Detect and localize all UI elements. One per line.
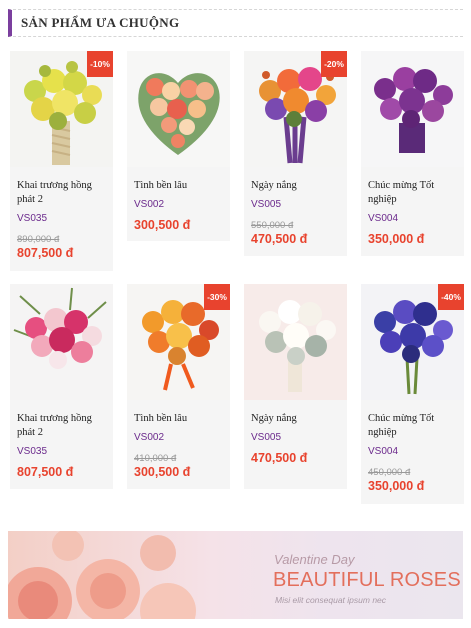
product-name[interactable]: Chúc mừng Tốt nghiệp — [368, 412, 460, 440]
product-name[interactable]: Ngày nắng — [251, 412, 343, 426]
product-image[interactable]: -10% — [10, 51, 113, 167]
product-name[interactable]: Chúc mừng Tốt nghiệp — [368, 179, 460, 207]
product-card[interactable]: -40% Chúc mừng Tốt nghiệp VS004 450,000 … — [361, 284, 464, 504]
product-card[interactable]: Chúc mừng Tốt nghiệp VS004 350,000 đ — [361, 51, 464, 256]
product-name[interactable]: Ngày nắng — [251, 179, 343, 193]
banner-tagline: Misi elit consequat ipsum nec — [275, 595, 387, 605]
old-price: 890,000 đ — [17, 234, 60, 245]
product-card[interactable]: Ngày nắng VS005 470,500 đ — [244, 284, 347, 489]
product-price: 350,000 đ — [368, 232, 425, 246]
section-header: SẢN PHẨM ƯA CHUỘNG — [8, 9, 463, 37]
product-image[interactable] — [127, 51, 230, 167]
discount-badge: -20% — [321, 51, 347, 77]
banner-title[interactable]: BEAUTIFUL ROSES — [273, 569, 461, 592]
section-title: SẢN PHẨM ƯA CHUỘNG — [21, 15, 180, 30]
product-image[interactable] — [361, 51, 464, 167]
bouquet-heart-icon — [127, 51, 230, 167]
product-card[interactable]: -30% Tình bền lâu VS002 410,000 đ 300,50… — [127, 284, 230, 489]
banner-subtitle: Valentine Day — [274, 552, 355, 567]
product-price: 470,500 đ — [251, 451, 308, 465]
product-price: 300,500 đ — [134, 218, 191, 232]
product-sku: VS035 — [17, 213, 48, 224]
discount-badge: -30% — [204, 284, 230, 310]
product-image[interactable]: -30% — [127, 284, 230, 400]
product-price: 470,500 đ — [251, 232, 308, 246]
product-sku: VS005 — [251, 199, 282, 210]
promo-banner[interactable]: Valentine Day BEAUTIFUL ROSES Misi elit … — [8, 531, 463, 619]
roses-image-icon — [8, 531, 196, 619]
discount-badge: -10% — [87, 51, 113, 77]
bouquet-purple-icon — [361, 51, 464, 167]
product-sku: VS002 — [134, 199, 165, 210]
product-price: 350,000 đ — [368, 479, 425, 493]
old-price: 550,000 đ — [251, 220, 294, 231]
bouquet-pink-icon — [10, 284, 113, 400]
product-card[interactable]: -20% Ngày nắng VS005 550,000 đ 470,500 đ — [244, 51, 347, 256]
product-card[interactable]: Khai trương hồng phát 2 VS035 807,500 đ — [10, 284, 113, 489]
product-name[interactable]: Khai trương hồng phát 2 — [17, 412, 109, 440]
product-sku: VS002 — [134, 432, 165, 443]
product-sku: VS004 — [368, 213, 399, 224]
product-image[interactable] — [10, 284, 113, 400]
product-name[interactable]: Tình bền lâu — [134, 412, 226, 426]
old-price: 410,000 đ — [134, 453, 177, 464]
product-name[interactable]: Tình bền lâu — [134, 179, 226, 193]
discount-badge: -40% — [438, 284, 464, 310]
product-card[interactable]: Tình bền lâu VS002 300,500 đ — [127, 51, 230, 241]
product-image[interactable] — [244, 284, 347, 400]
product-card[interactable]: -10% Khai trương hồng phát 2 VS035 890,0… — [10, 51, 113, 271]
old-price: 450,000 đ — [368, 467, 411, 478]
product-image[interactable]: -20% — [244, 51, 347, 167]
product-price: 300,500 đ — [134, 465, 191, 479]
product-image[interactable]: -40% — [361, 284, 464, 400]
bouquet-white-icon — [244, 284, 347, 400]
product-sku: VS005 — [251, 432, 282, 443]
product-price: 807,500 đ — [17, 465, 74, 479]
product-sku: VS004 — [368, 446, 399, 457]
product-sku: VS035 — [17, 446, 48, 457]
product-name[interactable]: Khai trương hồng phát 2 — [17, 179, 109, 207]
product-price: 807,500 đ — [17, 246, 74, 260]
